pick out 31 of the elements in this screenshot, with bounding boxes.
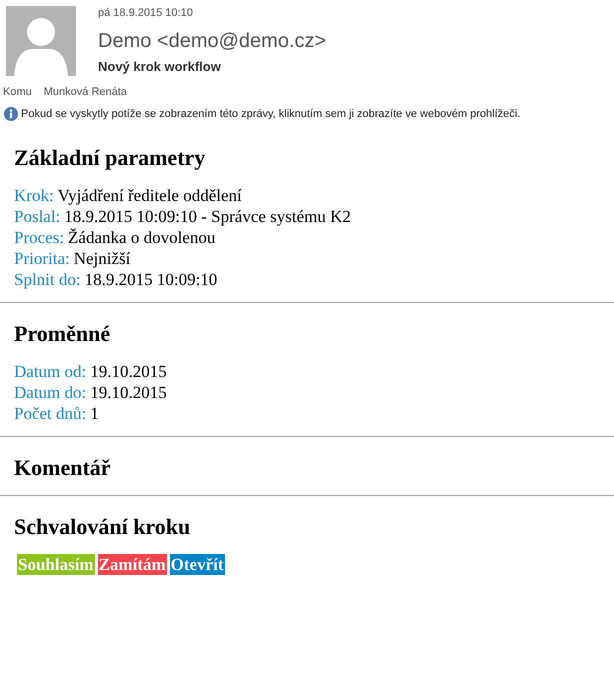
field-value: Žádanka o dovolenou <box>68 227 216 248</box>
field-label: Proces: <box>14 227 64 248</box>
field-label: Datum od: <box>14 361 86 382</box>
action-button[interactable]: Souhlasím <box>17 554 95 575</box>
message-date: pá 18.9.2015 10:10 <box>98 6 194 20</box>
action-button[interactable]: Otevřít <box>170 554 224 575</box>
action-button[interactable]: Zamítám <box>98 554 167 575</box>
field-label: Priorita: <box>14 248 70 269</box>
section-heading: Proměnné <box>13 321 112 347</box>
field-label: Datum do: <box>14 382 86 403</box>
field-value: 18.9.2015 10:09:10 <box>84 269 218 290</box>
field-value: Vyjádření ředitele oddělení <box>58 185 242 206</box>
section-heading: Základní parametry <box>13 145 206 171</box>
field-label: Krok: <box>14 185 54 206</box>
field-value: 1 <box>90 403 99 424</box>
section-heading: Schvalování kroku <box>13 514 192 540</box>
field-label: Počet dnů: <box>14 403 86 424</box>
field-value: 18.9.2015 10:09:10 - Správce systému K2 <box>64 206 351 227</box>
sender-name: Demo <demo@demo.cz> <box>98 29 326 54</box>
avatar-icon <box>6 6 76 76</box>
section-heading: Komentář <box>13 455 112 481</box>
field-label: Splnit do: <box>14 269 81 290</box>
field-value: 19.10.2015 <box>90 361 167 382</box>
field-label: Poslal: <box>14 206 60 227</box>
message-subject: Nový krok workflow <box>98 58 222 76</box>
info-icon <box>4 107 18 121</box>
field-value: 19.10.2015 <box>90 382 167 403</box>
recipient-name: Munková Renáta <box>44 85 127 99</box>
to-label: Komu <box>3 85 32 99</box>
field-value: Nejnižší <box>74 248 130 269</box>
info-message[interactable]: Pokud se vyskytly potíže se zobrazením této zprávy, kliknutím sem ji zobrazíte ve webovém prohlížeči. <box>21 107 520 121</box>
